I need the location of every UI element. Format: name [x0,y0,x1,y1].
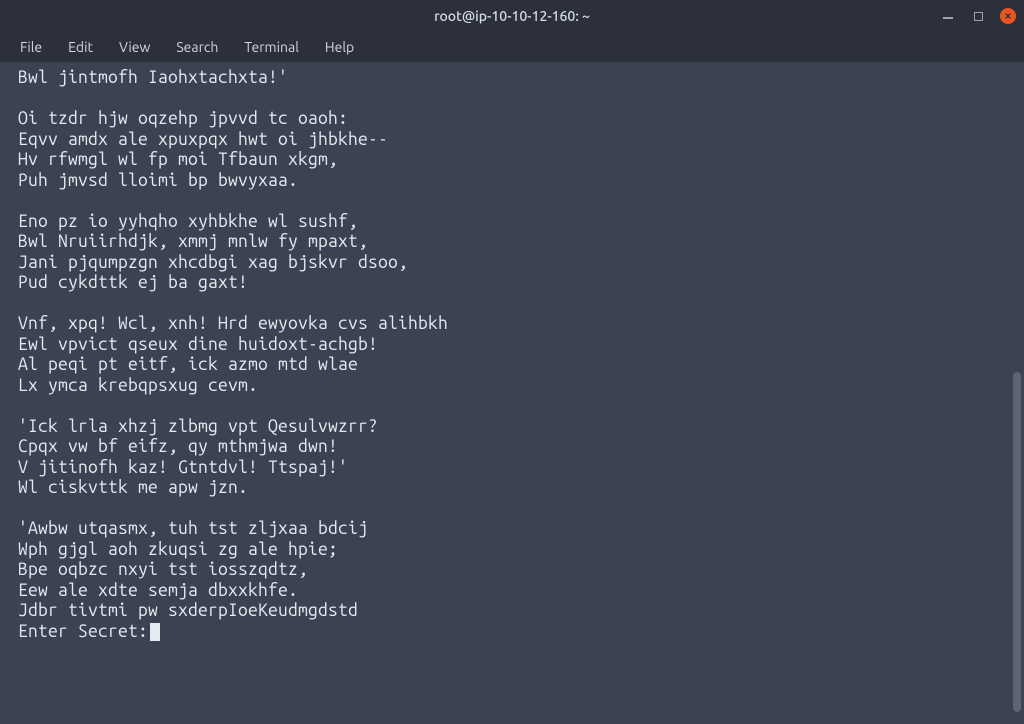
minimize-button[interactable] [940,8,956,24]
menubar: File Edit View Search Terminal Help [0,32,1024,62]
menu-help[interactable]: Help [313,35,366,59]
titlebar: root@ip-10-10-12-160: ~ [0,0,1024,32]
menu-file[interactable]: File [8,35,54,59]
terminal-area[interactable]: Bwl jintmofh Iaohxtachxta!' Oi tzdr hjw … [0,62,1024,724]
window-controls [940,8,1016,24]
prompt-line: Enter Secret: [18,622,1006,643]
menu-view[interactable]: View [107,35,162,59]
menu-search[interactable]: Search [164,35,230,59]
scrollbar[interactable] [1011,62,1021,724]
minimize-icon [943,17,953,19]
cursor [150,623,160,641]
maximize-button[interactable] [970,8,986,24]
close-icon [1000,8,1016,24]
prompt-text: Enter Secret: [18,622,148,643]
window-title: root@ip-10-10-12-160: ~ [434,8,590,24]
terminal-output: Bwl jintmofh Iaohxtachxta!' Oi tzdr hjw … [18,68,448,620]
close-button[interactable] [1000,8,1016,24]
terminal-window: root@ip-10-10-12-160: ~ File Edit View S… [0,0,1024,724]
terminal-content: Bwl jintmofh Iaohxtachxta!' Oi tzdr hjw … [18,68,1006,642]
scrollbar-thumb[interactable] [1013,372,1021,712]
menu-edit[interactable]: Edit [56,35,105,59]
maximize-icon [974,12,983,21]
menu-terminal[interactable]: Terminal [232,35,311,59]
